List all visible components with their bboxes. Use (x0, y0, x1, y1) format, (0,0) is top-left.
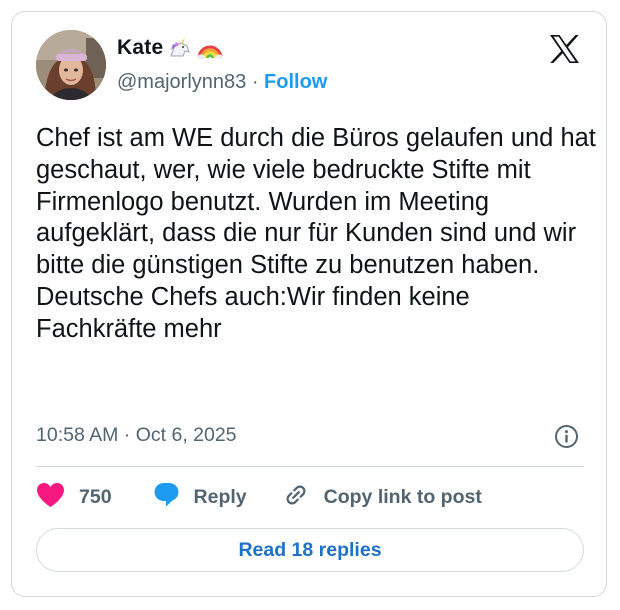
copy-link-label: Copy link to post (323, 485, 482, 508)
unicorn-emoji (167, 36, 193, 60)
info-icon[interactable] (554, 424, 579, 449)
read-replies-label: Read 18 replies (238, 538, 382, 561)
avatar[interactable] (36, 30, 106, 100)
follow-button[interactable]: Follow (264, 71, 327, 93)
x-logo-icon[interactable] (549, 35, 580, 63)
reply-label: Reply (193, 485, 247, 508)
separator-dot: · (251, 71, 259, 93)
like-count: 750 (79, 485, 112, 508)
rainbow-emoji (197, 36, 224, 60)
speech-bubble-icon (153, 481, 180, 513)
link-icon (282, 482, 310, 513)
handle-row: @majorlynn83 · Follow (117, 71, 327, 94)
heart-icon (36, 482, 65, 513)
like-button[interactable]: 750 (36, 482, 112, 513)
author-name[interactable]: Kate (117, 36, 163, 60)
author-handle[interactable]: @majorlynn83 (117, 71, 246, 93)
tweet-timestamp[interactable]: 10:58 AM · Oct 6, 2025 (36, 424, 237, 447)
author-name-row[interactable]: Kate (117, 36, 224, 60)
reply-button[interactable]: Reply (153, 481, 247, 513)
action-bar: 750 Reply Copy link to post (36, 482, 482, 512)
divider (36, 466, 584, 467)
tweet-text: Chef ist am WE durch die Büros gelaufen … (36, 124, 596, 343)
read-replies-button[interactable]: Read 18 replies (36, 528, 584, 572)
copy-link-button[interactable]: Copy link to post (282, 482, 482, 513)
